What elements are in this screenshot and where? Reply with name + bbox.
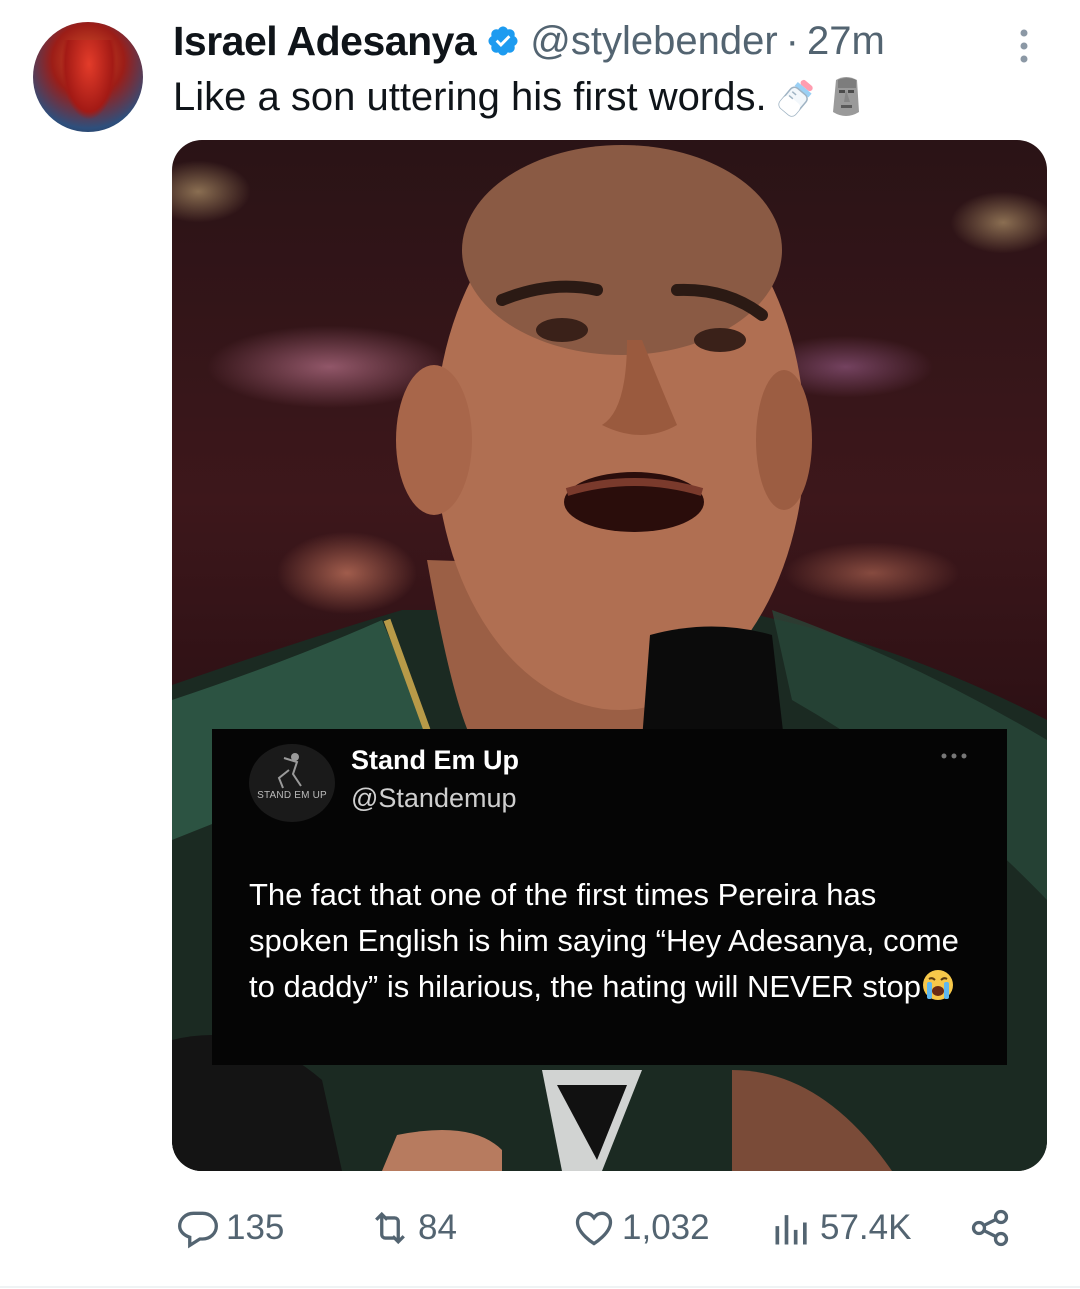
view-count: 57.4K <box>820 1208 912 1247</box>
stand-em-up-logo-icon <box>277 753 302 789</box>
heart-icon <box>575 1211 613 1246</box>
reply-icon <box>178 1211 218 1249</box>
tweet-timestamp[interactable]: 27m <box>807 19 885 64</box>
author-avatar[interactable] <box>33 22 143 132</box>
verified-badge-icon <box>488 26 518 56</box>
baby-bottle-icon <box>778 79 813 117</box>
embedded-post-body-text: The fact that one of the first times Per… <box>249 877 959 1004</box>
embedded-post-card[interactable]: STAND EM UP Stand Em Up @Standemup The f… <box>212 729 1007 1065</box>
views-button[interactable]: 57.4K <box>770 1195 911 1261</box>
tweet: Israel Adesanya @stylebender · 27m Like … <box>0 0 1080 1289</box>
tweet-text-content: Like a son uttering his first words. <box>173 75 767 119</box>
embedded-post-handle: @Standemup <box>351 783 517 813</box>
more-options-icon[interactable] <box>1011 26 1037 66</box>
embedded-post-name: Stand Em Up <box>351 745 520 775</box>
reply-count: 135 <box>226 1208 285 1247</box>
tweet-text: Like a son uttering his first words. <box>173 70 865 124</box>
loudly-crying-icon <box>923 970 953 1000</box>
share-button[interactable] <box>968 1195 1012 1261</box>
header-separator: · <box>785 18 799 63</box>
author-display-name[interactable]: Israel Adesanya <box>173 18 477 65</box>
reply-button[interactable]: 135 <box>176 1195 284 1261</box>
repost-button[interactable]: 84 <box>368 1195 457 1261</box>
embedded-post-avatar-text: STAND EM UP <box>257 790 327 801</box>
tweet-header: Israel Adesanya @stylebender · 27m <box>173 14 885 68</box>
author-handle[interactable]: @stylebender <box>530 19 777 64</box>
share-icon <box>971 1209 1009 1247</box>
embedded-more-icon <box>941 753 967 759</box>
embedded-post-body: The fact that one of the first times Per… <box>249 872 969 1010</box>
tweet-actions-bar: 135 84 1,032 57.4K <box>0 1195 1080 1261</box>
repost-count: 84 <box>418 1208 457 1247</box>
like-count: 1,032 <box>622 1208 710 1247</box>
tweet-divider <box>0 1286 1080 1288</box>
repost-icon <box>375 1211 405 1245</box>
moai-icon <box>832 77 859 116</box>
avatar-figure <box>61 40 117 120</box>
embedded-post-avatar: STAND EM UP <box>249 744 335 822</box>
like-button[interactable]: 1,032 <box>572 1195 710 1261</box>
views-chart-icon <box>775 1215 807 1245</box>
